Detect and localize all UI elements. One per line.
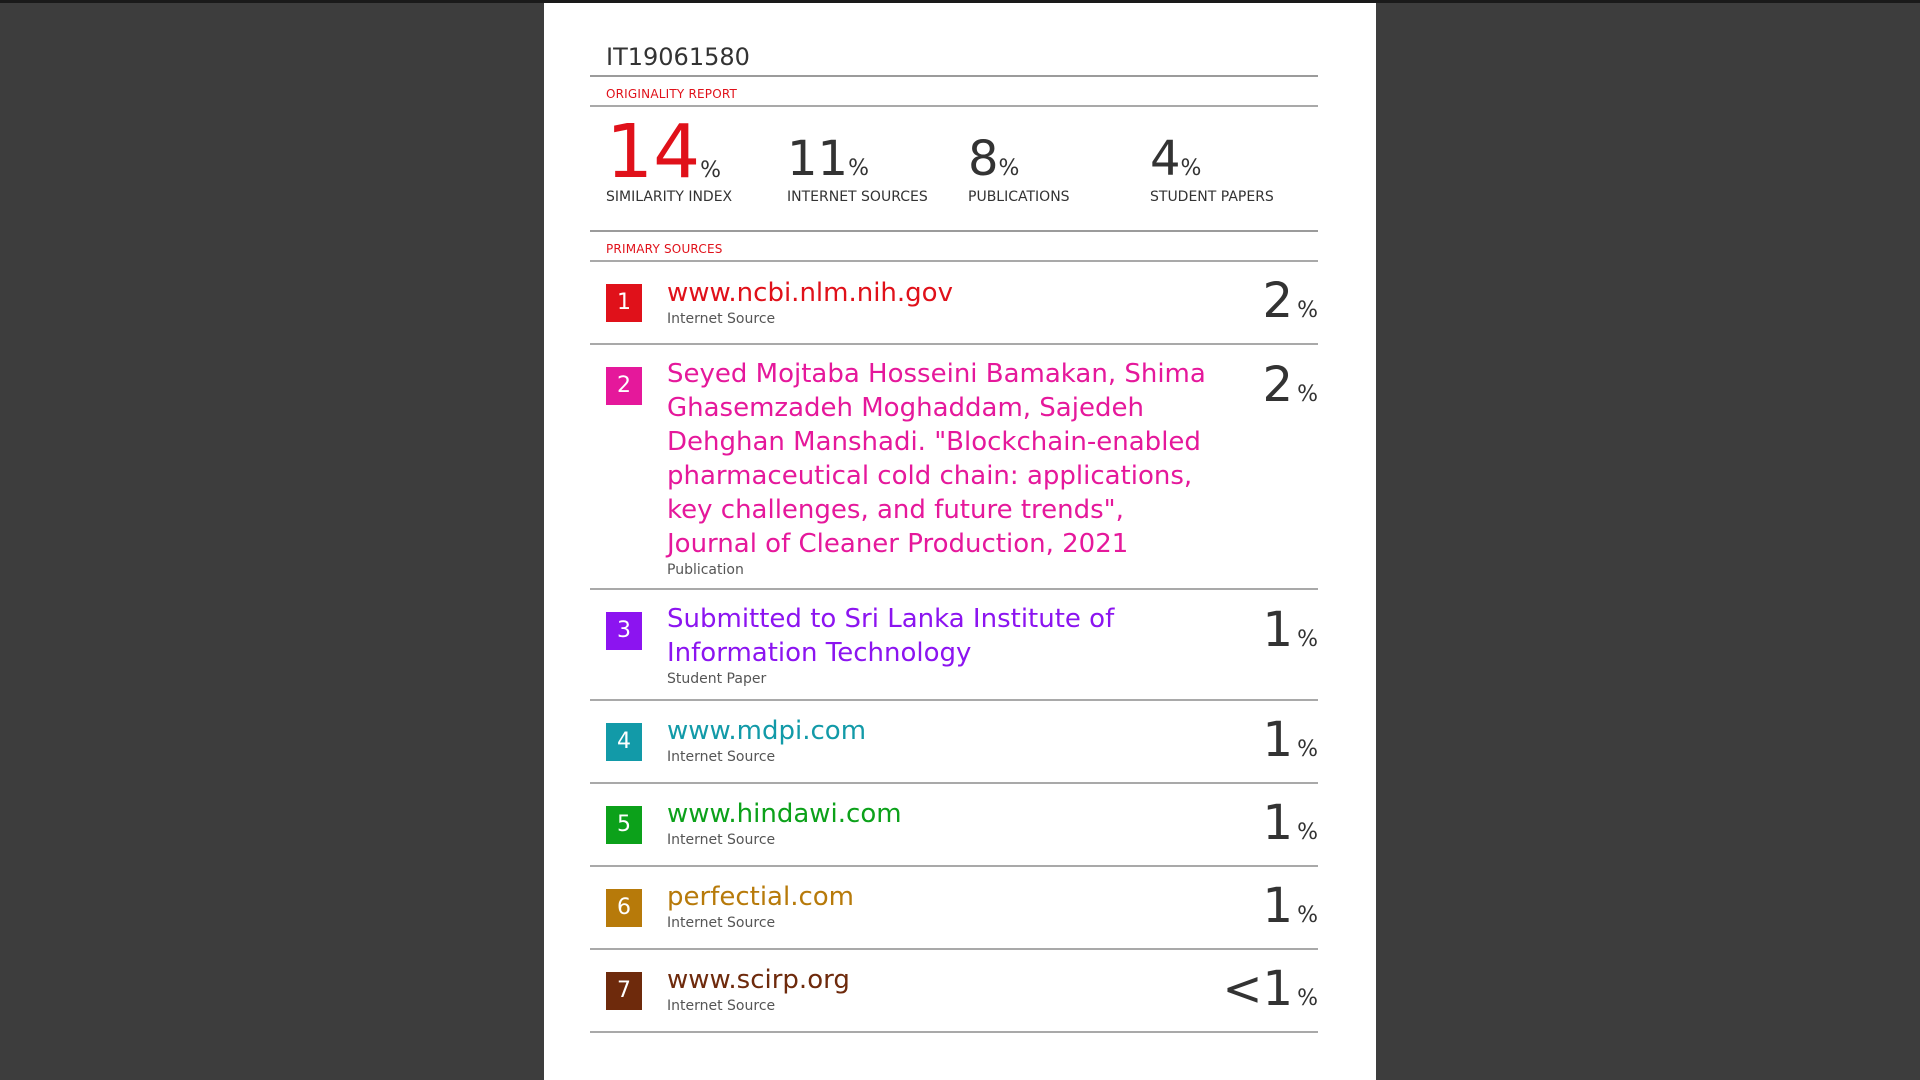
source-title-link[interactable]: www.ncbi.nlm.nih.gov	[667, 276, 1207, 310]
source-row-1[interactable]: 1 www.ncbi.nlm.nih.gov Internet Source 2…	[590, 262, 1318, 345]
source-type: Internet Source	[667, 749, 776, 765]
originality-report-label: ORIGINALITY REPORT	[606, 87, 738, 101]
source-row-4[interactable]: 4 www.mdpi.com Internet Source 1%	[590, 701, 1318, 784]
source-text: Seyed Mojtaba Hosseini Bamakan, Shima Gh…	[667, 357, 1207, 579]
source-rank-badge: 7	[606, 972, 642, 1010]
stat-label: STUDENT PAPERS	[1150, 189, 1274, 205]
source-type: Internet Source	[667, 915, 776, 931]
source-percent: <1%	[1222, 961, 1318, 1017]
source-text: www.ncbi.nlm.nih.gov Internet Source	[667, 276, 1207, 328]
stat-label: PUBLICATIONS	[968, 189, 1070, 205]
source-percent: 1%	[1262, 878, 1318, 934]
source-text: perfectial.com Internet Source	[667, 880, 1207, 932]
source-percent: 2%	[1262, 273, 1318, 329]
source-rank-badge: 2	[606, 367, 642, 405]
originality-report-header: ORIGINALITY REPORT	[590, 77, 1318, 107]
stat-value: 11%	[787, 131, 869, 187]
source-rank-badge: 6	[606, 889, 642, 927]
stat-label: SIMILARITY INDEX	[606, 189, 733, 205]
source-title-link[interactable]: www.mdpi.com	[667, 714, 1207, 748]
stat-value: 14%	[606, 109, 722, 195]
source-text: www.scirp.org Internet Source	[667, 963, 1207, 1015]
source-row-6[interactable]: 6 perfectial.com Internet Source 1%	[590, 867, 1318, 950]
source-percent: 1%	[1262, 602, 1318, 658]
document-id: IT19061580	[606, 43, 750, 71]
primary-sources-label: PRIMARY SOURCES	[606, 242, 723, 256]
source-row-5[interactable]: 5 www.hindawi.com Internet Source 1%	[590, 784, 1318, 867]
source-rank-badge: 5	[606, 806, 642, 844]
document-title-row: IT19061580	[590, 3, 1318, 77]
source-type: Student Paper	[667, 671, 767, 687]
source-type: Internet Source	[667, 311, 776, 327]
source-text: www.hindawi.com Internet Source	[667, 797, 1207, 849]
similarity-stats: 14% SIMILARITY INDEX 11% INTERNET SOURCE…	[590, 107, 1318, 232]
primary-sources-header: PRIMARY SOURCES	[590, 232, 1318, 262]
source-row-2[interactable]: 2 Seyed Mojtaba Hosseini Bamakan, Shima …	[590, 345, 1318, 590]
source-type: Internet Source	[667, 998, 776, 1014]
source-row-3[interactable]: 3 Submitted to Sri Lanka Institute of In…	[590, 590, 1318, 701]
source-rank-badge: 3	[606, 612, 642, 650]
source-title-link[interactable]: Seyed Mojtaba Hosseini Bamakan, Shima Gh…	[667, 357, 1207, 561]
source-percent: 1%	[1262, 795, 1318, 851]
source-text: Submitted to Sri Lanka Institute of Info…	[667, 602, 1207, 688]
source-percent: 2%	[1262, 357, 1318, 413]
report-page: IT19061580 ORIGINALITY REPORT 14% SIMILA…	[544, 3, 1376, 1080]
stat-value: 4%	[1150, 131, 1202, 187]
source-text: www.mdpi.com Internet Source	[667, 714, 1207, 766]
report-content: IT19061580 ORIGINALITY REPORT 14% SIMILA…	[590, 3, 1318, 1033]
source-rank-badge: 1	[606, 284, 642, 322]
source-title-link[interactable]: www.hindawi.com	[667, 797, 1207, 831]
source-type: Publication	[667, 562, 744, 578]
stat-label: INTERNET SOURCES	[787, 189, 928, 205]
source-row-7[interactable]: 7 www.scirp.org Internet Source <1%	[590, 950, 1318, 1033]
source-type: Internet Source	[667, 832, 776, 848]
source-title-link[interactable]: www.scirp.org	[667, 963, 1207, 997]
source-rank-badge: 4	[606, 723, 642, 761]
stat-value: 8%	[968, 131, 1020, 187]
source-title-link[interactable]: Submitted to Sri Lanka Institute of Info…	[667, 602, 1207, 670]
source-percent: 1%	[1262, 712, 1318, 768]
source-title-link[interactable]: perfectial.com	[667, 880, 1207, 914]
